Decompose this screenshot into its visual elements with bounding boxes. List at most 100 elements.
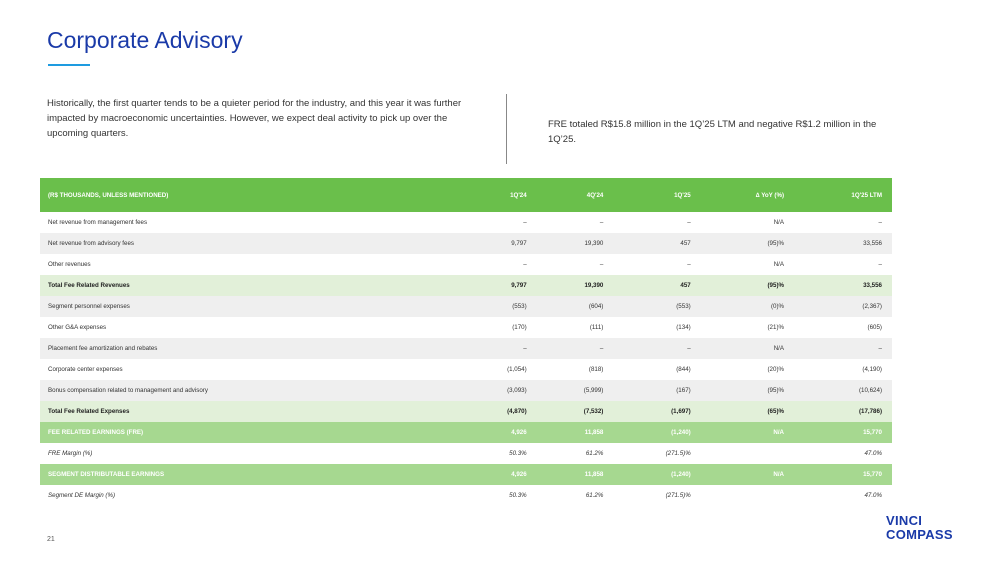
cell-value: (1,697) [613, 401, 701, 422]
cell-value: – [878, 219, 882, 226]
table-row: Corporate center expenses (1,054) (818) (84… [40, 359, 892, 380]
row-label: Net revenue from management fees [48, 219, 148, 226]
cell-value: – [523, 261, 527, 268]
cell-value: 457 [613, 233, 701, 254]
vinci-compass-logo: VINCI COMPASS [886, 514, 953, 542]
cell-value: (553) [613, 296, 701, 317]
cell-value: (65)% [700, 401, 795, 422]
table-row: FEE RELATED EARNINGS (FRE) 4,926 11,858 (1,… [40, 422, 892, 443]
page-title: Corporate Advisory [47, 27, 243, 53]
cell-value: – [536, 338, 614, 359]
cell-value: – [613, 338, 701, 359]
cell-value: 15,770 [794, 422, 892, 443]
row-label: Segment personnel expenses [40, 296, 460, 317]
cell-value: 11,858 [536, 422, 614, 443]
cell-value: (7,532) [536, 401, 614, 422]
cell-value: (134) [676, 324, 691, 331]
cell-value: (4,870) [460, 401, 537, 422]
table-row: SEGMENT DISTRIBUTABLE EARNINGS 4,926 11,85… [40, 464, 892, 485]
cell-value: 1Q'24 [460, 178, 537, 212]
row-label: Other G&A expenses [48, 324, 107, 331]
cell-value: – [878, 261, 882, 268]
row-label: Bonus compensation related to management… [40, 380, 460, 401]
cell-value: (10,624) [794, 380, 892, 401]
cell-value: (20)% [767, 366, 785, 373]
cell-value: 9,797 [460, 233, 537, 254]
cell-value: 47.0% [864, 492, 882, 499]
cell-value: ∆ YoY (%) [700, 178, 795, 212]
table-row: Other G&A expenses (170) (111) (134) (21)% (6… [40, 317, 892, 338]
logo-line-2: COMPASS [886, 527, 953, 542]
cell-value: (111) [589, 324, 604, 331]
logo-line-1: VINCI [886, 513, 923, 528]
cell-value: (95)% [700, 275, 795, 296]
table-row: FRE Margin (%) 50.3% 61.2% (271.5)% 47.0% [40, 443, 892, 464]
row-label: Total Fee Related Expenses [40, 401, 460, 422]
cell-value: (1,240) [613, 422, 701, 443]
cell-value: 457 [613, 275, 701, 296]
cell-value: – [599, 219, 604, 226]
cell-value: – [687, 219, 691, 226]
cell-value: (21)% [767, 324, 785, 331]
row-label: FRE Margin (%) [48, 450, 93, 457]
cell-value: (17,786) [794, 401, 892, 422]
cell-value [701, 485, 794, 506]
cell-value: N/A [773, 261, 785, 268]
cell-value: N/A [773, 219, 785, 226]
cell-value: 50.3% [509, 450, 527, 457]
cell-value: (1,054) [507, 366, 527, 373]
cell-value: (5,999) [536, 380, 614, 401]
cell-value: (170) [512, 324, 527, 331]
table-row: Segment DE Margin (%) 50.3% 61.2% (271.5)% 4… [40, 485, 892, 506]
cell-value: – [460, 338, 537, 359]
cell-value: 1Q'25 [613, 178, 701, 212]
table-row: Total Fee Related Revenues 9,797 19,390 457… [40, 275, 892, 296]
row-label: Segment DE Margin (%) [48, 492, 116, 499]
row-label: Corporate center expenses [48, 366, 123, 373]
cell-value: 19,390 [536, 275, 614, 296]
cell-value: (0)% [700, 296, 795, 317]
cell-value: – [599, 261, 604, 268]
table-row: Net revenue from management fees – – – N/A – [40, 212, 892, 233]
cell-value: 61.2% [585, 450, 604, 457]
financial-table: (R$ THOUSANDS, UNLESS MENTIONED) 1Q'24 4Q'… [40, 178, 892, 506]
page-number: 21 [47, 536, 55, 543]
cell-value: 4,926 [460, 422, 537, 443]
cell-value: 11,858 [536, 464, 614, 485]
cell-value: (3,093) [460, 380, 537, 401]
cell-value: (605) [867, 324, 882, 331]
row-label: Placement fee amortization and rebates [40, 338, 460, 359]
intro-left-text: Historically, the first quarter tends to… [47, 98, 462, 139]
cell-value: 4,926 [460, 464, 537, 485]
cell-value: 1Q'25 LTM [794, 178, 892, 212]
cell-value [701, 443, 794, 464]
title-underline [48, 64, 90, 66]
cell-value: 61.2% [585, 492, 604, 499]
cell-value: N/A [700, 422, 795, 443]
cell-value: 4Q'24 [536, 178, 614, 212]
cell-value: – [687, 261, 691, 268]
cell-value: 19,390 [536, 233, 614, 254]
cell-value: 47.0% [864, 450, 882, 457]
table-row: Total Fee Related Expenses (4,870) (7,532)… [40, 401, 892, 422]
row-label: (R$ THOUSANDS, UNLESS MENTIONED) [40, 178, 460, 212]
cell-value: N/A [700, 338, 795, 359]
vertical-divider [506, 94, 507, 164]
table-row: Placement fee amortization and rebates – –… [40, 338, 892, 359]
cell-value: 33,556 [794, 275, 892, 296]
table-row: Bonus compensation related to management… [40, 380, 892, 401]
row-label: Total Fee Related Revenues [40, 275, 460, 296]
row-label: FEE RELATED EARNINGS (FRE) [40, 422, 460, 443]
cell-value: (167) [613, 380, 701, 401]
cell-value: (818) [588, 366, 604, 373]
cell-value: (95)% [700, 233, 795, 254]
table-row: Segment personnel expenses (553) (604) (553… [40, 296, 892, 317]
cell-value: 50.3% [509, 492, 527, 499]
intro-right-text: FRE totaled R$15.8 million in the 1Q’25 … [548, 119, 877, 145]
table-row: Net revenue from advisory fees 9,797 19,39… [40, 233, 892, 254]
cell-value: (271.5)% [665, 450, 691, 457]
table-header-row: (R$ THOUSANDS, UNLESS MENTIONED) 1Q'24 4Q'… [40, 178, 892, 212]
cell-value: N/A [700, 464, 795, 485]
cell-value: 9,797 [460, 275, 537, 296]
row-label: Other revenues [48, 261, 91, 268]
